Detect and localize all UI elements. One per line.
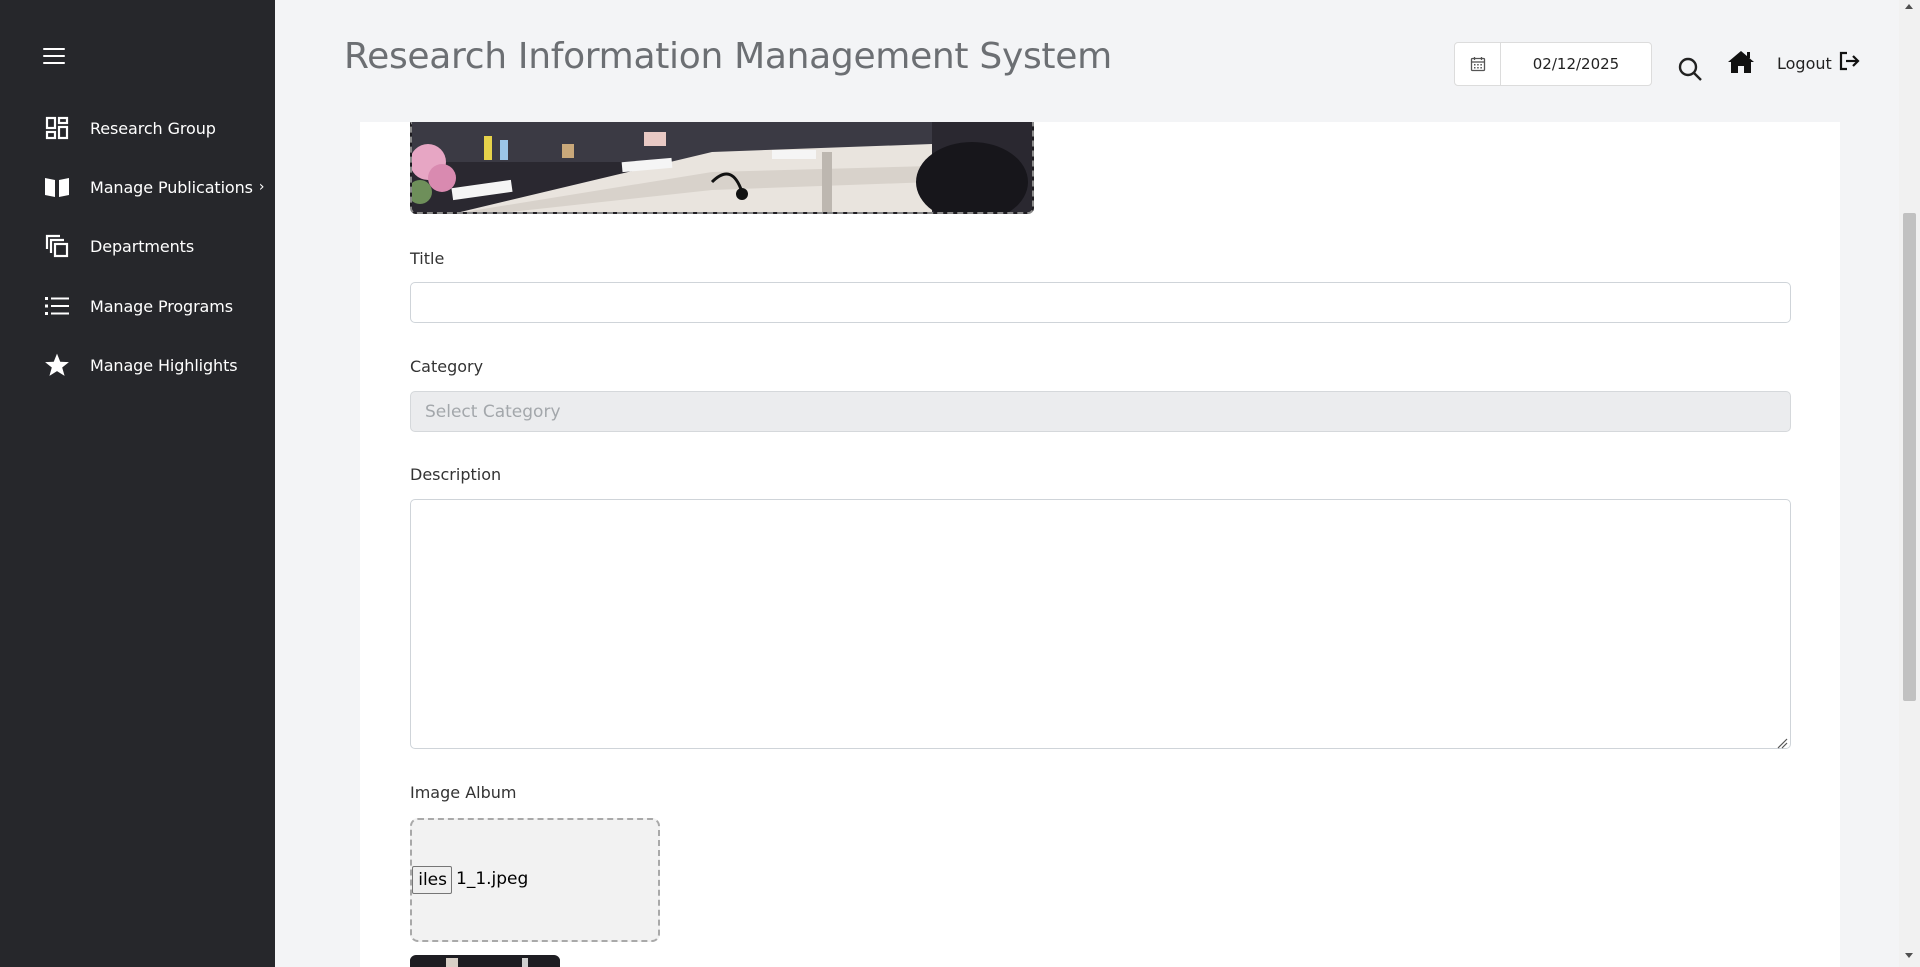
logout-icon <box>1838 50 1860 76</box>
scroll-up-icon[interactable] <box>1905 4 1913 9</box>
image-album-label: Image Album <box>410 783 517 802</box>
book-icon <box>44 174 70 200</box>
logout-label: Logout <box>1777 53 1832 73</box>
album-thumbnail <box>410 955 560 967</box>
date-picker[interactable] <box>1454 42 1652 86</box>
copy-icon <box>44 233 70 259</box>
scroll-down-icon[interactable] <box>1905 953 1913 958</box>
page-scrollbar[interactable] <box>1899 0 1920 967</box>
home-icon[interactable] <box>1727 50 1755 76</box>
sidebar-item-label: Manage Publications <box>90 177 253 197</box>
title-input[interactable] <box>410 282 1791 323</box>
category-label: Category <box>410 357 484 376</box>
description-label: Description <box>410 465 502 484</box>
calendar-icon[interactable] <box>1455 43 1501 85</box>
chevron-right-icon: › <box>258 179 265 195</box>
description-textarea[interactable] <box>410 499 1791 749</box>
choose-files-button[interactable]: iles <box>412 866 452 894</box>
sidebar-item-manage-programs[interactable]: Manage Programs <box>44 286 233 326</box>
image-album-dropzone[interactable]: iles 1_1.jpeg <box>410 818 660 942</box>
scrollbar-thumb[interactable] <box>1903 213 1916 701</box>
sidebar-item-label: Manage Programs <box>90 296 233 316</box>
sidebar-item-manage-publications[interactable]: Manage Publications › <box>44 167 265 207</box>
sidebar-item-label: Manage Highlights <box>90 355 238 375</box>
page-title: Research Information Management System <box>344 36 1112 77</box>
sidebar: Research Group Manage Publications › Dep… <box>0 0 275 967</box>
category-placeholder: Select Category <box>425 401 561 422</box>
category-select[interactable]: Select Category <box>410 391 1791 432</box>
sidebar-item-manage-highlights[interactable]: Manage Highlights <box>44 345 238 385</box>
dashboard-icon <box>44 115 70 141</box>
date-input[interactable] <box>1501 55 1651 73</box>
resize-handle-icon[interactable] <box>1776 734 1788 749</box>
sidebar-item-label: Research Group <box>90 118 216 138</box>
sidebar-item-research-group[interactable]: Research Group <box>44 108 216 148</box>
star-icon <box>44 352 70 378</box>
title-label: Title <box>410 249 445 268</box>
menu-toggle-icon[interactable] <box>43 48 65 66</box>
logout-button[interactable]: Logout <box>1777 50 1860 76</box>
selected-file-name: 1_1.jpeg <box>456 869 529 889</box>
sidebar-item-departments[interactable]: Departments <box>44 226 194 266</box>
sidebar-item-label: Departments <box>90 236 195 256</box>
search-icon[interactable] <box>1677 56 1703 82</box>
cover-image-preview <box>410 122 1034 214</box>
list-icon <box>44 293 70 319</box>
